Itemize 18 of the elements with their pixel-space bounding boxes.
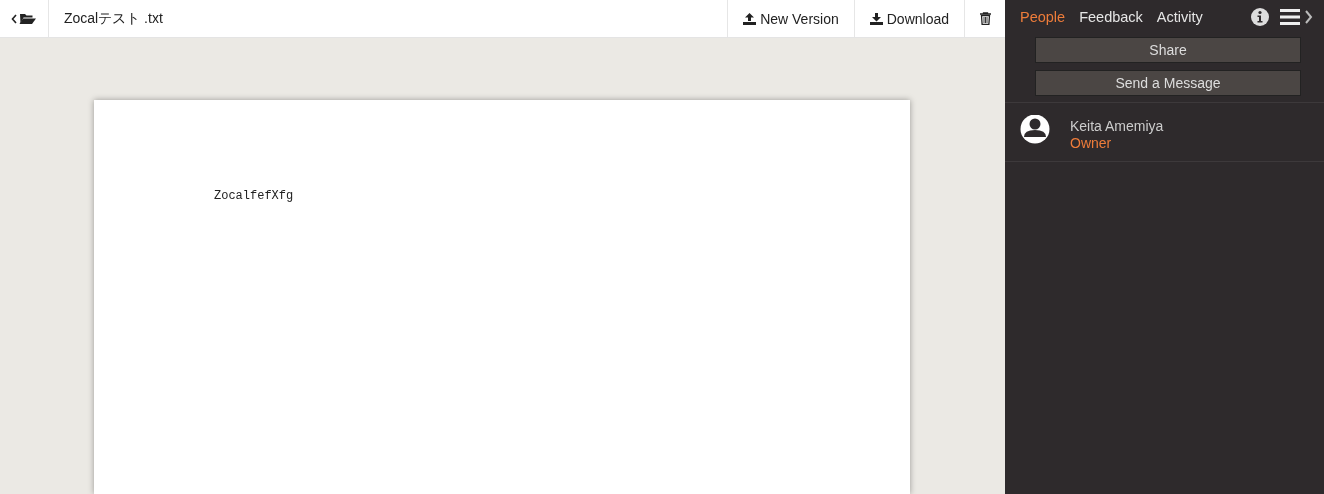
download-icon	[869, 12, 883, 25]
info-icon[interactable]	[1251, 7, 1269, 26]
sidebar-tab[interactable]: Activity	[1156, 8, 1210, 25]
back-folder-icon	[11, 12, 37, 25]
sidebar-tab[interactable]: People	[1020, 8, 1073, 25]
upload-icon	[743, 12, 757, 25]
file-name: Zocalテスト .txt	[64, 9, 163, 28]
document-text: ZocalfefXfg	[214, 189, 294, 203]
sidebar-tab[interactable]: Feedback	[1079, 8, 1150, 25]
avatar-icon	[1020, 115, 1052, 145]
menu-icon[interactable]	[1280, 8, 1314, 25]
share-button[interactable]: Share	[1035, 37, 1301, 63]
trash-icon	[980, 12, 991, 25]
person-name: Keita Amemiya	[1070, 118, 1164, 134]
person-role: Owner	[1070, 135, 1113, 151]
download-button[interactable]: Download	[853, 0, 964, 37]
send-message-button[interactable]: Send a Message	[1035, 70, 1301, 96]
new-version-button[interactable]: New Version	[727, 0, 854, 37]
